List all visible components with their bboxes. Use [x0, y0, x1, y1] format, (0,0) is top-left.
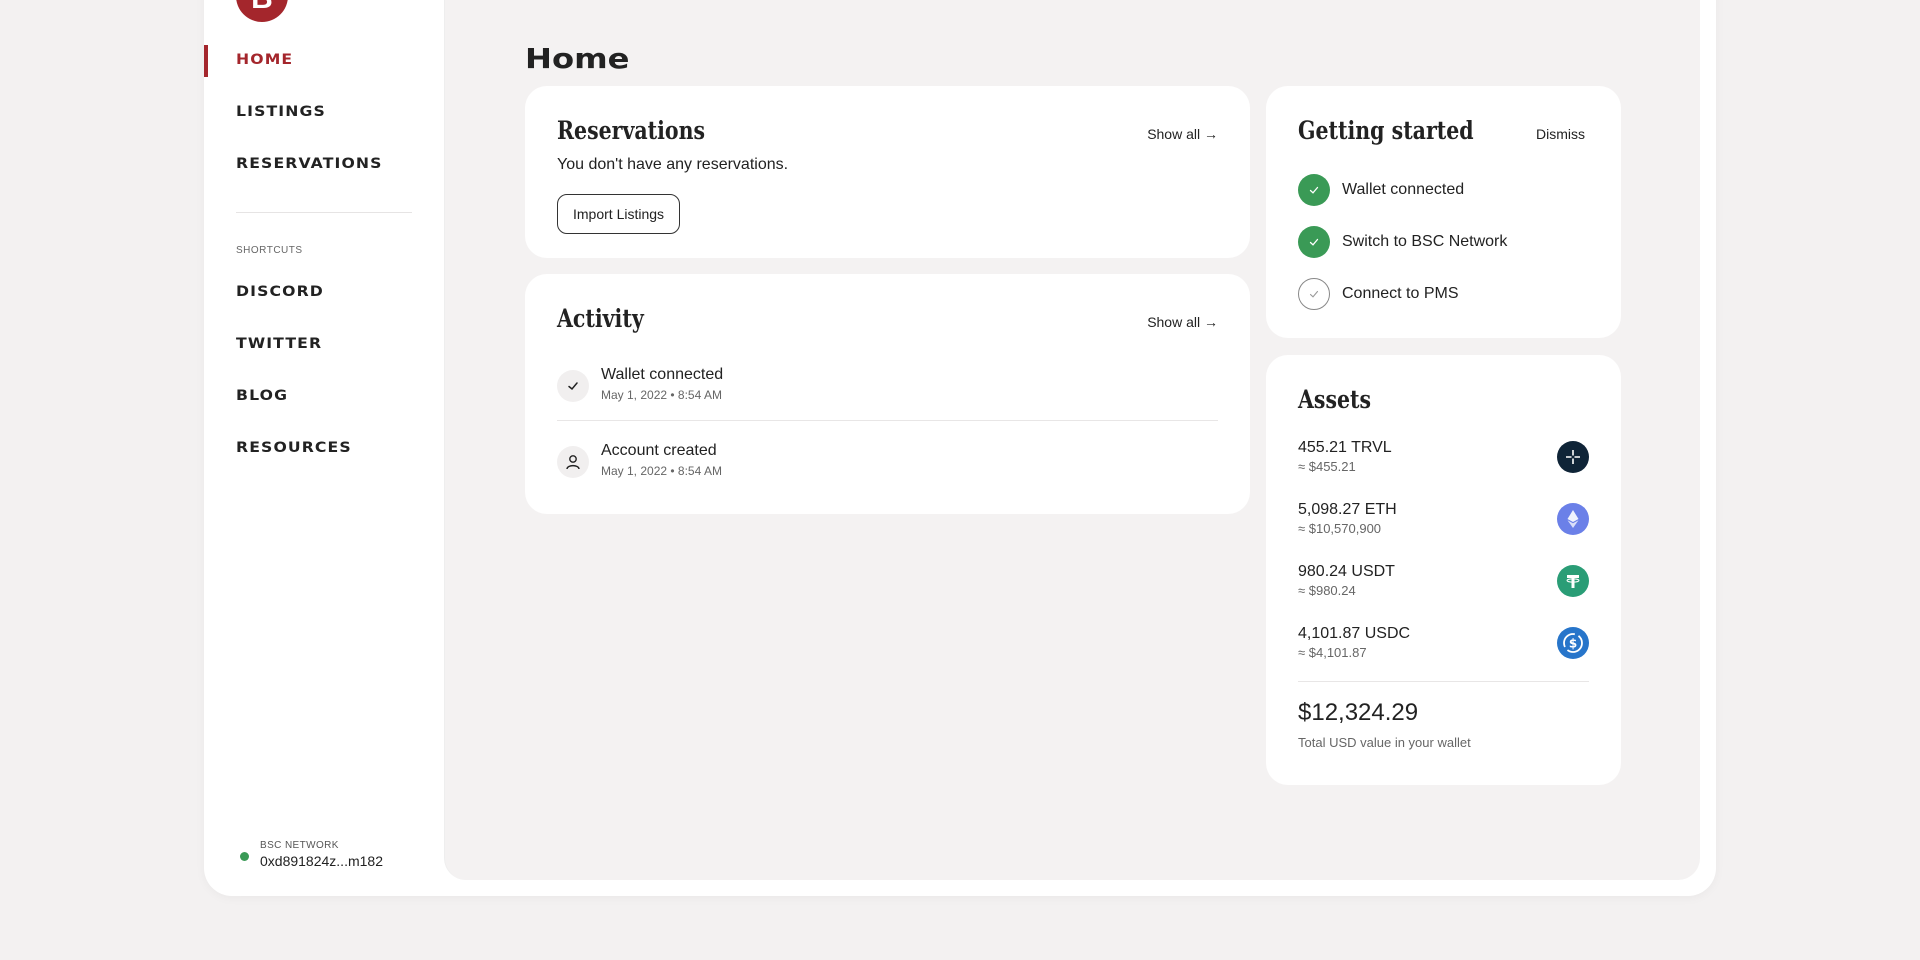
usdt-token-icon	[1557, 565, 1589, 597]
nav-reservations[interactable]: RESERVATIONS	[236, 156, 383, 172]
nav-listings[interactable]: LISTINGS	[236, 104, 326, 120]
check-circle-icon	[1298, 226, 1330, 258]
asset-row[interactable]: 4,101.87 USDC ≈ $4,101.87 $	[1298, 625, 1589, 665]
asset-amount: 455.21 TRVL	[1298, 439, 1392, 456]
dismiss-button[interactable]: Dismiss	[1536, 126, 1585, 142]
checklist-item-label: Connect to PMS	[1342, 285, 1459, 302]
network-status-dot	[240, 852, 249, 861]
activity-card: Activity Show all → Wallet connected May…	[525, 274, 1250, 514]
shortcuts-label: SHORTCUTS	[236, 245, 303, 256]
activity-item-title: Account created	[601, 442, 717, 459]
asset-amount: 5,098.27 ETH	[1298, 501, 1397, 518]
total-wallet-value: $12,324.29	[1298, 699, 1419, 726]
usdc-token-icon: $	[1557, 627, 1589, 659]
empty-check-circle-icon	[1298, 278, 1330, 310]
import-listings-button[interactable]: Import Listings	[557, 194, 681, 234]
asset-row[interactable]: 980.24 USDT ≈ $980.24	[1298, 563, 1589, 603]
wallet-address: 0xd891824z...m182	[260, 853, 383, 869]
asset-amount: 4,101.87 USDC	[1298, 625, 1411, 642]
activity-item: Account created May 1, 2022 • 8:54 AM	[557, 442, 1218, 502]
shortcut-twitter[interactable]: TWITTER	[236, 336, 322, 352]
brand-logo[interactable]: B	[236, 0, 288, 22]
assets-card: Assets 455.21 TRVL ≈ $455.21 5,098.27 ET…	[1266, 355, 1621, 785]
app-shell: B HOME LISTINGS RESERVATIONS SHORTCUTS D…	[204, 0, 1716, 896]
network-name: BSC NETWORK	[260, 840, 339, 851]
sidebar: B HOME LISTINGS RESERVATIONS SHORTCUTS D…	[204, 0, 444, 896]
asset-row[interactable]: 5,098.27 ETH ≈ $10,570,900	[1298, 501, 1589, 541]
assets-divider	[1298, 681, 1589, 682]
reservations-card: Reservations Show all → You don't have a…	[525, 86, 1250, 258]
asset-amount: 980.24 USDT	[1298, 563, 1395, 580]
user-icon	[557, 446, 589, 478]
activity-title: Activity	[557, 304, 644, 333]
shortcut-blog[interactable]: BLOG	[236, 388, 288, 404]
checklist-item-label: Wallet connected	[1342, 181, 1465, 198]
main-content: Home Reservations Show all → You don't h…	[444, 0, 1700, 880]
asset-usd-value: ≈ $4,101.87	[1298, 645, 1367, 660]
shortcut-resources[interactable]: RESOURCES	[236, 440, 352, 456]
activity-show-all-link[interactable]: Show all →	[1147, 314, 1218, 330]
active-nav-indicator	[204, 45, 208, 77]
activity-item: Wallet connected May 1, 2022 • 8:54 AM	[557, 366, 1218, 426]
reservations-empty-text: You don't have any reservations.	[557, 156, 789, 173]
asset-usd-value: ≈ $10,570,900	[1298, 521, 1382, 536]
activity-item-time: May 1, 2022 • 8:54 AM	[601, 388, 722, 402]
trvl-token-icon	[1557, 441, 1589, 473]
total-wallet-label: Total USD value in your wallet	[1298, 735, 1471, 750]
nav-home[interactable]: HOME	[236, 52, 293, 68]
asset-usd-value: ≈ $980.24	[1298, 583, 1356, 598]
assets-title: Assets	[1298, 385, 1372, 414]
getting-started-card: Getting started Dismiss Wallet connected…	[1266, 86, 1621, 338]
reservations-show-all-link[interactable]: Show all →	[1147, 126, 1218, 142]
checklist-item-label: Switch to BSC Network	[1342, 233, 1508, 250]
getting-started-title: Getting started	[1298, 116, 1474, 145]
activity-item-title: Wallet connected	[601, 366, 724, 383]
reservations-title: Reservations	[557, 116, 706, 145]
eth-token-icon	[1557, 503, 1589, 535]
sidebar-divider	[236, 212, 412, 213]
check-icon	[557, 370, 589, 402]
asset-row[interactable]: 455.21 TRVL ≈ $455.21	[1298, 439, 1589, 479]
activity-item-time: May 1, 2022 • 8:54 AM	[601, 464, 722, 478]
asset-usd-value: ≈ $455.21	[1298, 459, 1356, 474]
check-circle-icon	[1298, 174, 1330, 206]
shortcut-discord[interactable]: DISCORD	[236, 284, 324, 300]
activity-divider	[557, 420, 1218, 421]
page-title: Home	[525, 42, 630, 75]
svg-text:$: $	[1569, 637, 1577, 651]
